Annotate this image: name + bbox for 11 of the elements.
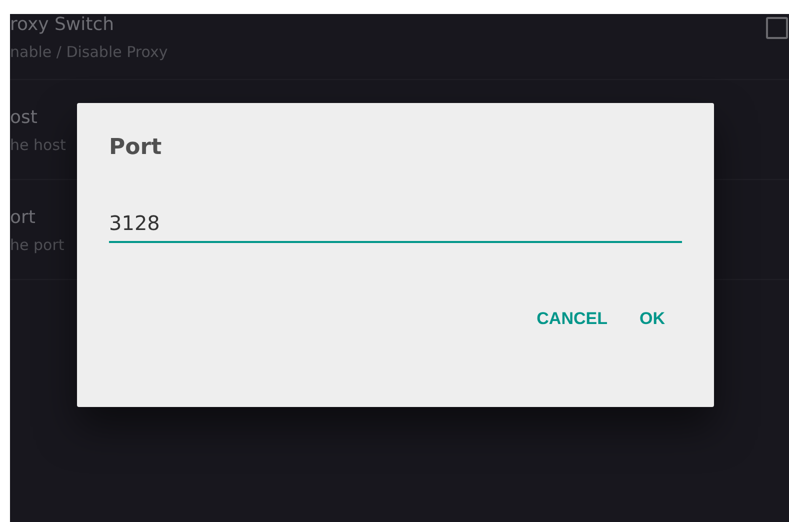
- dialog-title: Port: [109, 134, 163, 162]
- dialog-button[interactable]: OK: [628, 303, 677, 335]
- setting-title: roxy Switch: [10, 14, 116, 36]
- dialog-button[interactable]: CANCEL: [524, 303, 620, 335]
- setting-summary: nable / Disable Proxy: [10, 42, 168, 62]
- input-field[interactable]: 3128: [109, 205, 682, 243]
- setting-summary: he port: [10, 235, 64, 255]
- checkbox[interactable]: [766, 17, 788, 39]
- setting-summary: he host: [10, 135, 66, 155]
- setting-title: ost: [10, 107, 38, 129]
- setting-title: ort: [10, 207, 36, 229]
